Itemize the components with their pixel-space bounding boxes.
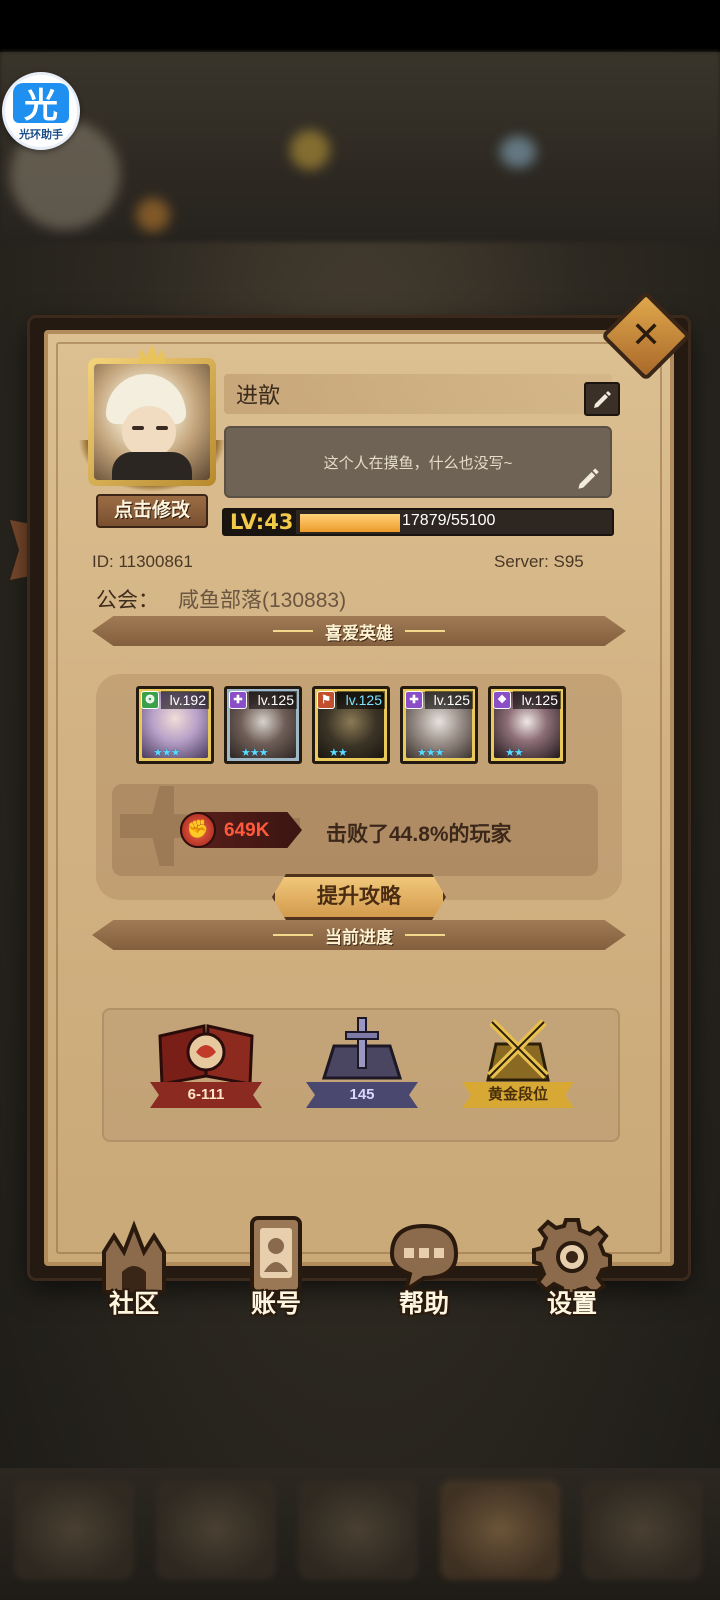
server-label: Server: S95 (494, 552, 584, 571)
current-progress-header: 当前进度 (92, 920, 626, 950)
blurred-nav-slot-active (440, 1480, 560, 1580)
blurred-coin (290, 130, 330, 170)
hero-card[interactable]: ⚑ lv.125 ★★ (312, 686, 390, 764)
campaign-book-icon (158, 1024, 254, 1086)
halo-assistant-caption: 光环助手 (19, 128, 63, 141)
fist-icon: ✊ (180, 812, 216, 848)
hero-level: lv.125 (249, 691, 297, 709)
hero-level: lv.125 (513, 691, 561, 709)
level-bar: LV:43 17879/55100 (222, 508, 614, 536)
campaign-progress[interactable]: 6-111 (140, 1012, 272, 1112)
faction-icon: ✚ (405, 691, 423, 709)
settings-label: 设置 (546, 1290, 597, 1318)
community-label: 社区 (108, 1290, 159, 1318)
hero-stars: ★★ (329, 747, 348, 759)
halo-assistant-logo-icon: 光 (13, 82, 69, 126)
blurred-nav-slot (156, 1480, 276, 1580)
hero-stars: ★★ (505, 747, 524, 759)
tower-floor: 145 (306, 1082, 418, 1108)
combat-power-value: 649K (224, 820, 270, 841)
halo-assistant-badge[interactable]: 光 光环助手 (2, 72, 80, 150)
blurred-nav-slot (582, 1480, 702, 1580)
improve-strategy-button[interactable]: 提升攻略 (272, 874, 446, 920)
favorite-heroes-header: 喜爱英雄 (92, 616, 626, 646)
player-name: 进歆 (236, 383, 281, 408)
account-button[interactable]: 账号 (222, 1216, 330, 1326)
exp-text: 17879/55100 (402, 512, 496, 529)
bio-text: 这个人在摸鱼，什么也没写~ (323, 455, 513, 472)
blurred-badge (136, 198, 170, 232)
current-progress-title: 当前进度 (325, 927, 393, 947)
faction-icon: ✚ (229, 691, 247, 709)
hero-level: lv.125 (425, 691, 473, 709)
faction-icon: ❖ (493, 691, 511, 709)
hero-card[interactable]: ✚ lv.125 ★★★ (224, 686, 302, 764)
help-label: 帮助 (398, 1290, 449, 1318)
close-icon: ✕ (630, 314, 662, 356)
hero-stars: ★★★ (241, 747, 269, 759)
blurred-gem (500, 136, 536, 168)
defeat-ranking-text: 击败了44.8%的玩家 (326, 823, 512, 846)
tower-sword-icon (321, 1017, 403, 1080)
faction-icon: ❂ (141, 691, 159, 709)
favorite-heroes-title: 喜爱英雄 (325, 623, 393, 643)
pencil-icon[interactable] (576, 466, 600, 490)
name-bar (224, 374, 612, 414)
arena-rank-progress[interactable]: 黄金段位 (452, 1012, 584, 1112)
faction-icon: ⚑ (317, 691, 335, 709)
edit-name-button[interactable] (584, 382, 620, 416)
player-id: ID: 11300861 (92, 552, 193, 571)
guild-label: 公会： (96, 589, 159, 612)
pencil-icon (594, 391, 611, 408)
hero-card[interactable]: ❖ lv.125 ★★ (488, 686, 566, 764)
edit-profile-button[interactable]: 点击修改 (96, 494, 208, 528)
hero-level: lv.192 (161, 691, 209, 709)
arena-rank: 黄金段位 (462, 1082, 574, 1108)
settings-button[interactable]: 设置 (518, 1216, 626, 1326)
avatar[interactable] (88, 344, 216, 486)
gold-rank-crossed-swords-icon (486, 1019, 550, 1082)
tower-progress[interactable]: 145 (296, 1012, 428, 1112)
account-label: 账号 (250, 1290, 301, 1318)
hero-stars: ★★★ (417, 747, 445, 759)
hero-card[interactable]: ❂ lv.192 ★★★ (136, 686, 214, 764)
community-button[interactable]: 社区 (80, 1216, 188, 1326)
guild-name[interactable]: 咸鱼部落(130883) (178, 584, 346, 614)
exp-progress-fill (300, 514, 400, 532)
blurred-nav-slot (14, 1480, 134, 1580)
hero-stars: ★★★ (153, 747, 181, 759)
campaign-stage: 6-111 (150, 1082, 262, 1108)
help-button[interactable]: 帮助 (370, 1216, 478, 1326)
hero-level: lv.125 (337, 691, 385, 709)
blurred-nav-slot (298, 1480, 418, 1580)
level-label: LV:43 (224, 510, 296, 534)
hero-card[interactable]: ✚ lv.125 ★★★ (400, 686, 478, 764)
